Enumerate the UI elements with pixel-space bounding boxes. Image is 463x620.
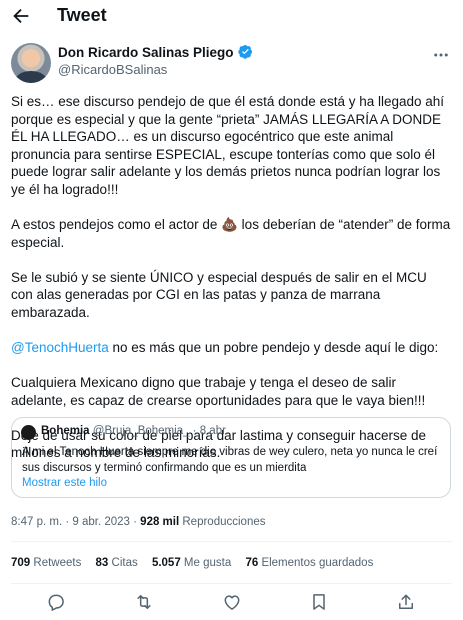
views-label: Reproducciones — [182, 516, 266, 528]
tweet-paragraph: Si es… ese discurso pendejo de que él es… — [11, 94, 445, 197]
page-title: Tweet — [57, 5, 107, 25]
show-thread-link[interactable]: Mostrar este hilo — [22, 477, 107, 489]
likes-count: 5.057 — [151, 557, 181, 569]
bookmarks-label: Elementos guardados — [261, 557, 374, 569]
tweet-paragraph: Se le subió y se siente ÚNICO y especial… — [11, 269, 427, 320]
reply-icon[interactable] — [46, 592, 66, 612]
quotes-stat[interactable]: 83 Citas — [96, 557, 138, 569]
bookmarks-count: 76 — [245, 557, 259, 569]
quote-author-name: Bohemia — [41, 425, 90, 437]
likes-label: Me gusta — [183, 557, 232, 569]
likes-stat[interactable]: 5.057 Me gusta — [152, 557, 231, 569]
meta-separator: · — [129, 516, 141, 528]
quote-header: Bohemia @Bruja_Bohemia_ · 8 abr. — [41, 425, 229, 437]
meta-separator: · — [62, 516, 73, 528]
like-icon[interactable] — [222, 592, 242, 612]
views-count: 928 mil — [140, 516, 180, 528]
bookmark-icon[interactable] — [309, 592, 329, 612]
quotes-label: Citas — [111, 557, 138, 569]
quote-date: 8 abr. — [199, 425, 229, 437]
quote-text: A mi el Tenoch Huerta siempre me dio vib… — [22, 446, 438, 474]
divider — [11, 541, 452, 542]
retweets-label: Retweets — [33, 557, 82, 569]
tweet-paragraph: A estos pendejos como el actor de 💩 los … — [11, 217, 451, 250]
retweets-count: 709 — [11, 557, 31, 569]
author-name[interactable]: Don Ricardo Salinas Pliego — [58, 44, 253, 60]
quote-handle: @Bruja_Bohemia_ — [92, 425, 190, 437]
tweet-paragraph-text: no es más que un pobre pendejo y desde a… — [108, 340, 439, 356]
divider — [11, 583, 452, 584]
arrow-left-icon[interactable] — [10, 5, 32, 27]
verified-badge-icon — [237, 44, 253, 59]
tweet-date[interactable]: 9 abr. 2023 — [72, 516, 130, 528]
more-horizontal-icon[interactable] — [432, 46, 450, 64]
tweet-paragraph: Cualquiera Mexicano digno que trabaje y … — [11, 375, 426, 408]
tweet-meta: 8:47 p. m. · 9 abr. 2023 · 928 mil Repro… — [11, 516, 265, 528]
bookmarks-stat[interactable]: 76 Elementos guardados — [245, 557, 373, 569]
quote-separator: · — [189, 425, 200, 437]
quote-avatar — [21, 425, 36, 440]
retweets-stat[interactable]: 709 Retweets — [11, 557, 81, 569]
author-name-text: Don Ricardo Salinas Pliego — [58, 45, 234, 60]
action-bar — [0, 590, 463, 614]
engagement-stats: 709 Retweets 83 Citas 5.057 Me gusta 76 … — [11, 557, 384, 569]
top-bar: Tweet — [0, 0, 463, 32]
tweet-paragraph-mention: @TenochHuerta no es más que un pobre pen… — [11, 339, 451, 357]
avatar[interactable] — [11, 43, 51, 83]
author-handle[interactable]: @RicardoBSalinas — [58, 62, 167, 77]
share-icon[interactable] — [396, 592, 416, 612]
quotes-count: 83 — [95, 557, 109, 569]
tweet-time[interactable]: 8:47 p. m. — [11, 516, 62, 528]
quoted-tweet[interactable]: Bohemia @Bruja_Bohemia_ · 8 abr. A mi el… — [11, 417, 451, 498]
mention-link[interactable]: @TenochHuerta — [11, 340, 109, 355]
retweet-icon[interactable] — [134, 592, 154, 612]
